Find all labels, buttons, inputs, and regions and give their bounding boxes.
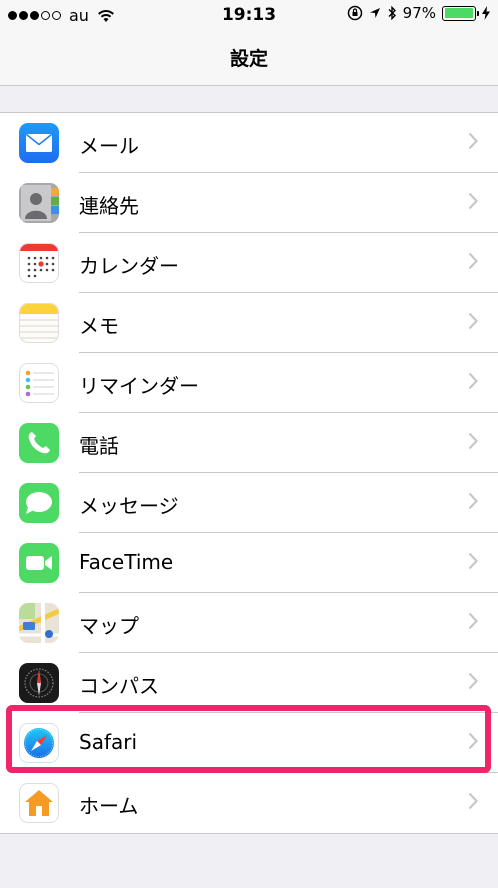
status-bar: au 19:13 97% [0,0,498,30]
home-icon [19,783,59,823]
settings-item-home[interactable]: ホーム [0,773,498,833]
status-right: 97% [347,4,490,22]
chevron-right-icon [468,792,478,810]
settings-item-mail[interactable]: メール [0,113,498,173]
calendar-icon [19,243,59,283]
settings-item-messages[interactable]: メッセージ [0,473,498,533]
settings-item-label: ホーム [79,794,139,818]
chevron-right-icon [468,432,478,450]
settings-item-facetime[interactable]: FaceTime [0,533,498,593]
settings-item-reminders[interactable]: リマインダー [0,353,498,413]
settings-item-phone[interactable]: 電話 [0,413,498,473]
battery-percent: 97% [402,4,436,22]
settings-item-compass[interactable]: コンパス [0,653,498,713]
safari-highlight-frame [6,705,491,773]
messages-icon [19,483,59,523]
settings-item-label: メール [79,134,139,158]
location-icon [369,7,381,19]
contacts-icon [19,183,59,223]
settings-item-label: マップ [79,614,139,638]
chevron-right-icon [468,312,478,330]
page-title: 設定 [229,48,268,70]
settings-item-calendar[interactable]: カレンダー [0,233,498,293]
settings-item-maps[interactable]: マップ [0,593,498,653]
reminders-icon [19,363,59,403]
settings-item-notes[interactable]: メモ [0,293,498,353]
settings-item-label: メモ [79,314,119,338]
chevron-right-icon [468,612,478,630]
settings-item-label: カレンダー [79,254,179,278]
chevron-right-icon [468,372,478,390]
chevron-right-icon [468,552,478,570]
phone-icon [19,423,59,463]
settings-item-label: メッセージ [79,494,179,518]
mail-icon [19,123,59,163]
settings-item-label: コンパス [79,674,159,698]
settings-item-label: 連絡先 [79,194,139,218]
chevron-right-icon [468,192,478,210]
notes-icon [19,303,59,343]
settings-item-label: FaceTime [79,550,174,574]
bluetooth-icon [387,5,397,21]
chevron-right-icon [468,492,478,510]
facetime-icon [19,543,59,583]
orientation-lock-icon [347,5,363,21]
charging-icon [482,6,490,20]
chevron-right-icon [468,252,478,270]
navigation-bar: 設定 [0,30,498,86]
settings-item-contacts[interactable]: 連絡先 [0,173,498,233]
compass-icon [19,663,59,703]
chevron-right-icon [468,672,478,690]
settings-item-label: 電話 [79,434,119,458]
maps-icon [19,603,59,643]
chevron-right-icon [468,132,478,150]
battery-icon [442,5,479,21]
settings-item-label: リマインダー [79,374,199,398]
